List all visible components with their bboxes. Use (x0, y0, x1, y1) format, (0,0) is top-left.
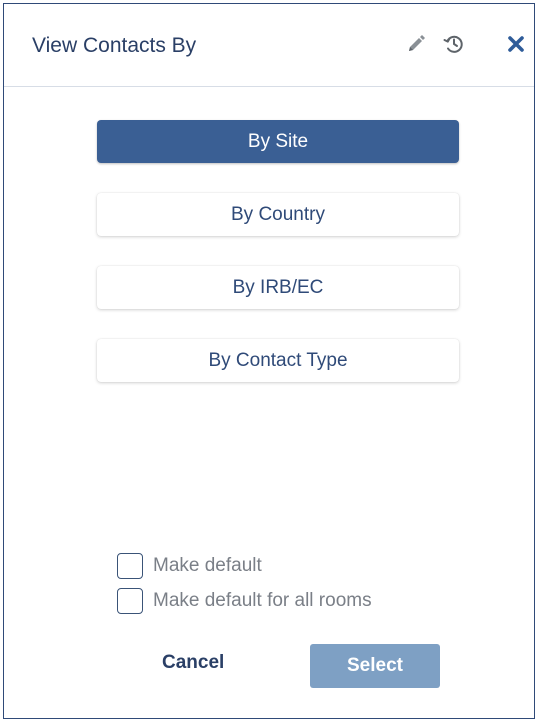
make-default-all-rooms-label: Make default for all rooms (153, 590, 372, 611)
dialog-title: View Contacts By (32, 34, 197, 57)
make-default-label: Make default (153, 555, 262, 576)
close-icon[interactable] (504, 32, 528, 56)
history-icon[interactable] (442, 32, 466, 56)
by-contact-type-button[interactable]: By Contact Type (97, 339, 459, 382)
select-button[interactable]: Select (310, 644, 440, 688)
make-default-all-rooms-checkbox[interactable] (117, 588, 143, 614)
cancel-button[interactable]: Cancel (162, 652, 224, 674)
view-contacts-dialog: View Contacts By By Site By Country By I… (3, 3, 535, 719)
by-irb-ec-button[interactable]: By IRB/EC (97, 266, 459, 309)
pencil-icon[interactable] (404, 32, 428, 56)
make-default-all-rooms-option[interactable]: Make default for all rooms (117, 588, 372, 614)
dialog-header: View Contacts By (4, 4, 534, 87)
by-country-button[interactable]: By Country (97, 193, 459, 236)
make-default-option[interactable]: Make default (117, 553, 262, 579)
make-default-checkbox[interactable] (117, 553, 143, 579)
by-site-button[interactable]: By Site (97, 120, 459, 163)
